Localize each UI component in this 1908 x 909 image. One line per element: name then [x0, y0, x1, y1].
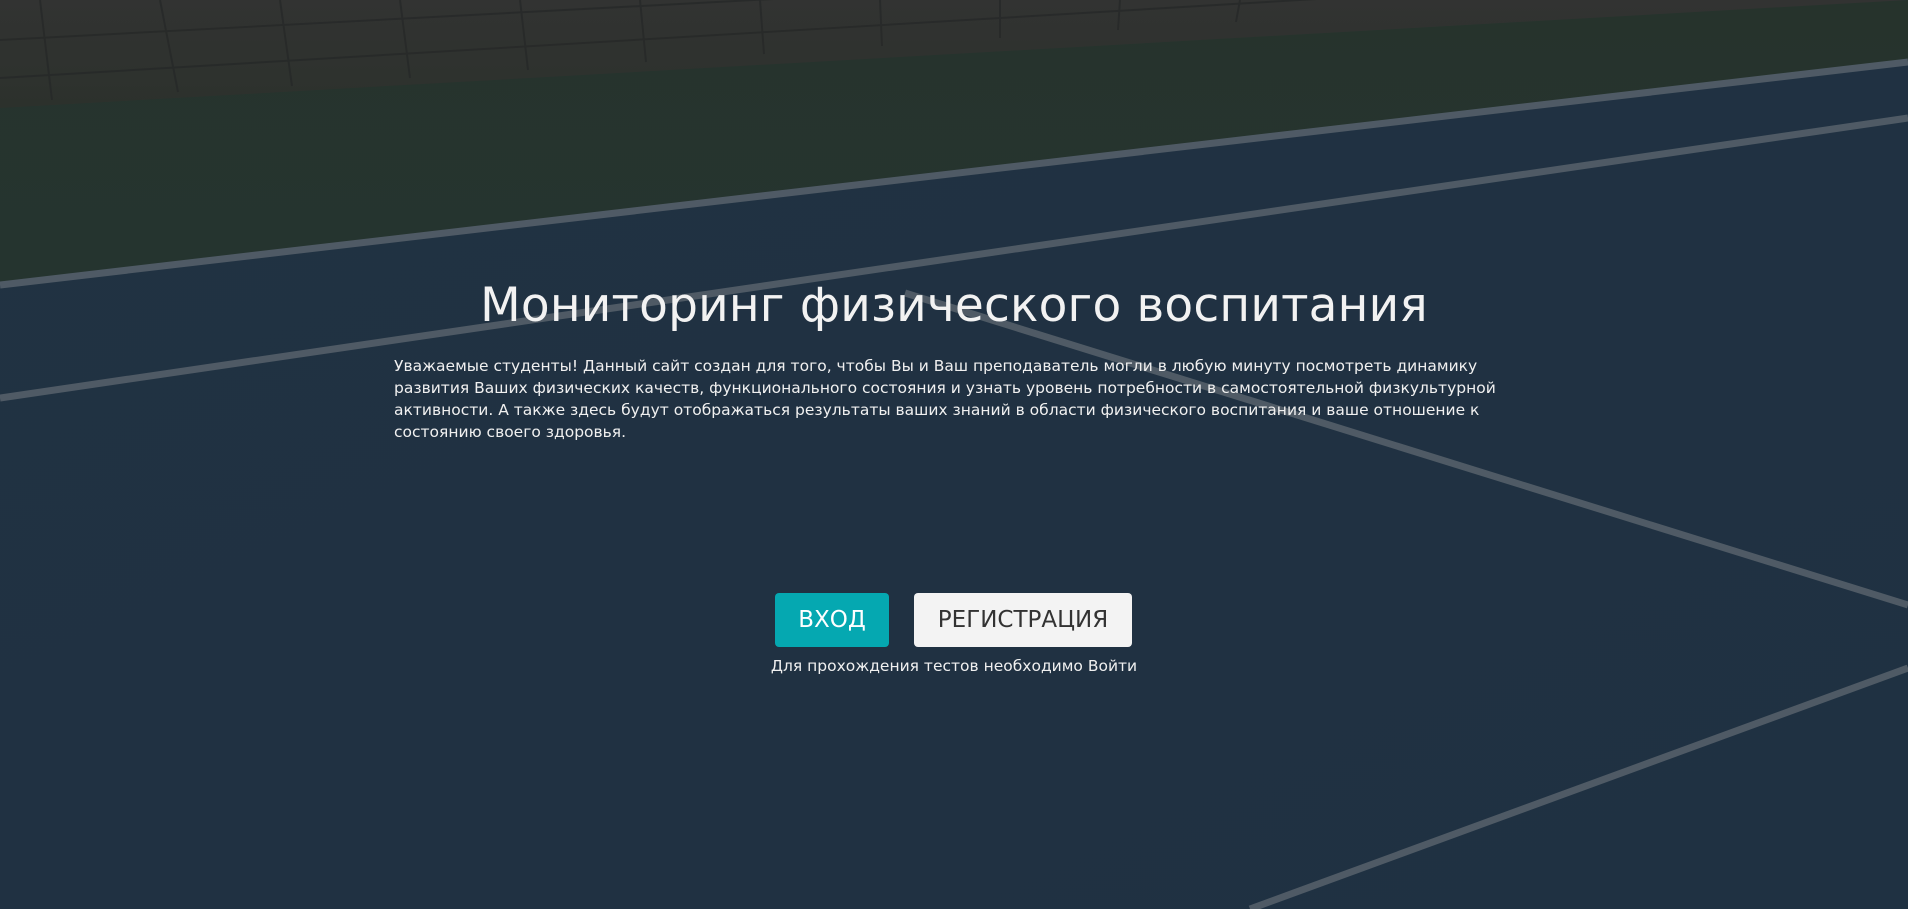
intro-text: Уважаемые студенты! Данный сайт создан д… [394, 357, 1496, 441]
login-button[interactable]: Вход [775, 593, 889, 647]
page-title: Мониторинг физического воспитания [480, 278, 1428, 333]
hero-section: Мониторинг физического воспитания Уважае… [0, 0, 1908, 909]
register-button[interactable]: Регистрация [914, 593, 1132, 647]
login-hint-text: Для прохождения тестов необходимо Войти [770, 657, 1138, 675]
